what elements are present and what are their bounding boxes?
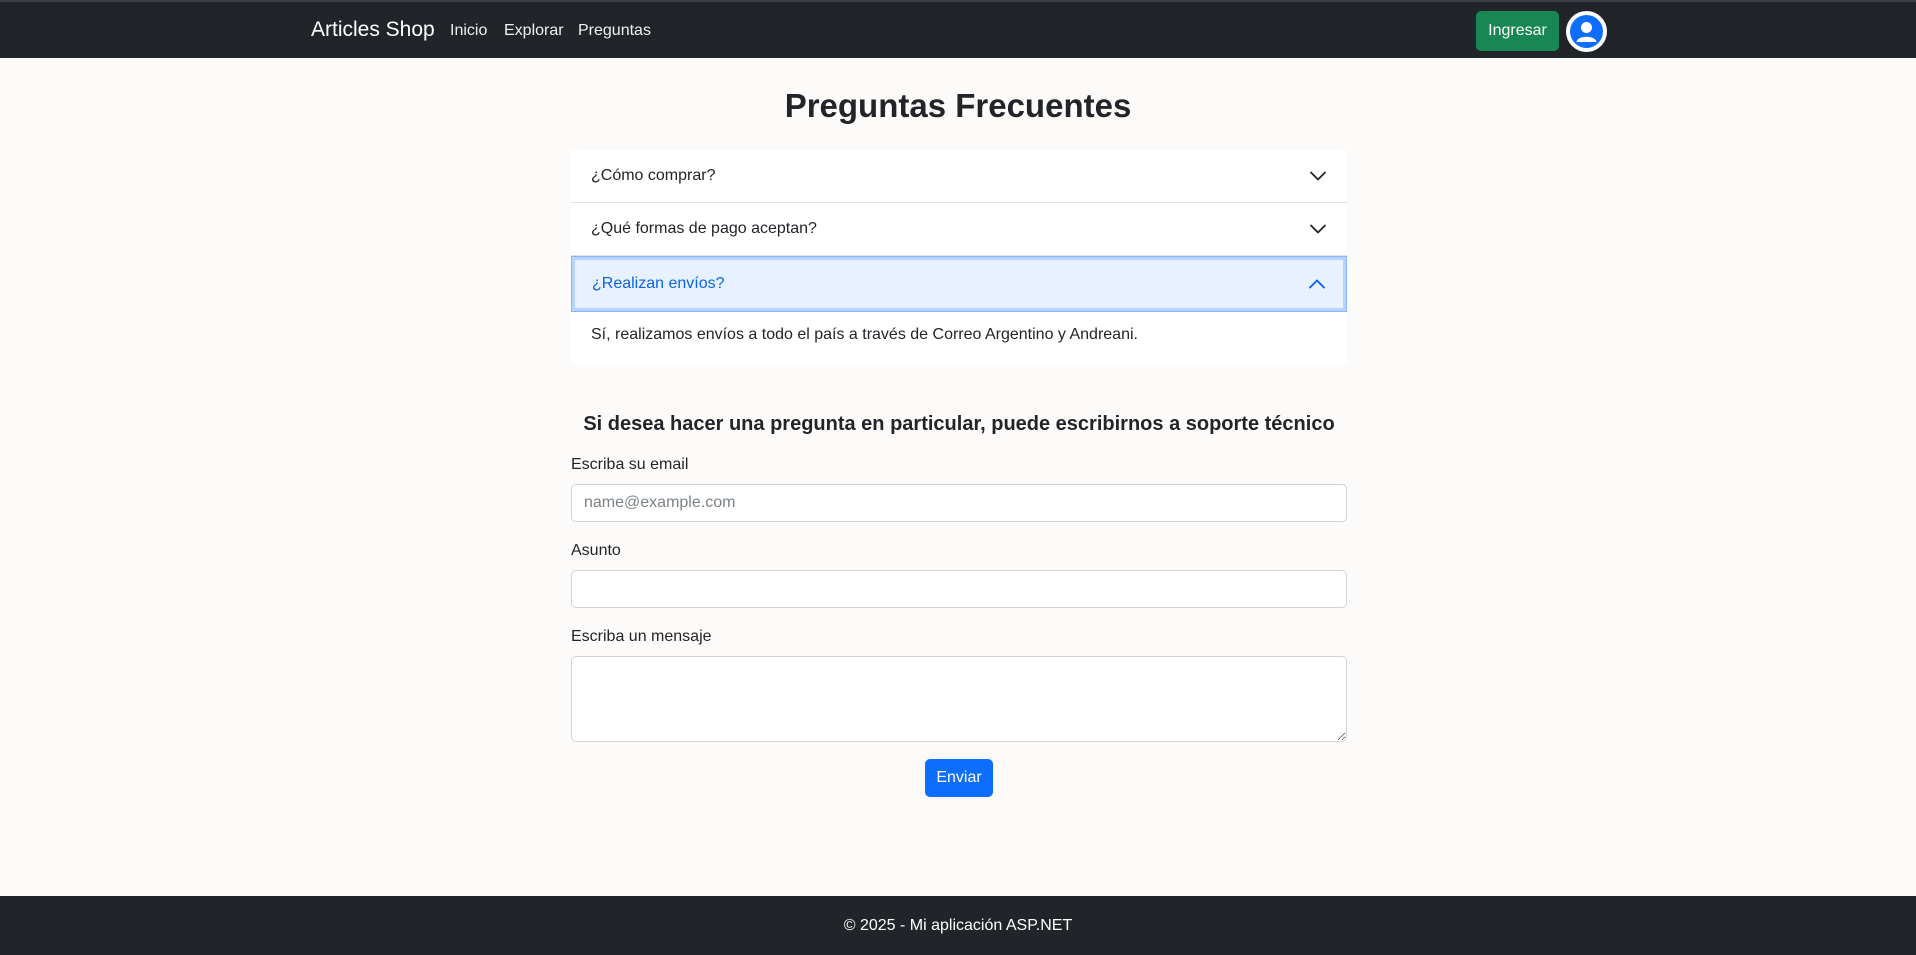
faq-answer: Sí, realizamos envíos a todo el país a t… [591,326,1138,343]
user-icon [1570,15,1603,48]
email-field[interactable] [571,484,1347,522]
message-field[interactable] [571,656,1347,742]
faq-question-button[interactable]: ¿Qué formas de pago aceptan? [571,203,1347,255]
faq-question-label: ¿Realizan envíos? [592,275,725,292]
faq-question-label: ¿Cómo comprar? [591,167,716,184]
navbar: Articles Shop Inicio Explorar Preguntas … [0,0,1916,58]
chevron-up-icon [1309,279,1325,289]
send-button[interactable]: Enviar [925,759,993,797]
chevron-down-icon [1310,224,1326,234]
faq-accordion: ¿Cómo comprar? ¿Qué formas de pago acept… [571,150,1347,364]
chevron-down-icon [1310,171,1326,181]
login-button[interactable]: Ingresar [1476,11,1559,51]
subject-field[interactable] [571,570,1347,608]
contact-heading: Si desea hacer una pregunta en particula… [583,413,1335,435]
faq-question-label: ¿Qué formas de pago aceptan? [591,220,817,237]
footer-text: © 2025 - Mi aplicación ASP.NET [843,916,1073,934]
subject-label: Asunto [571,542,621,559]
email-label: Escriba su email [571,456,689,473]
message-label: Escriba un mensaje [571,628,712,645]
faq-item: ¿Cómo comprar? [571,150,1347,203]
nav-link-preguntas[interactable]: Preguntas [578,22,651,40]
faq-question-button[interactable]: ¿Realizan envíos? [571,256,1347,312]
footer: © 2025 - Mi aplicación ASP.NET [0,896,1916,955]
avatar[interactable] [1566,11,1607,52]
brand-link[interactable]: Articles Shop [311,18,435,42]
faq-item: ¿Qué formas de pago aceptan? [571,203,1347,256]
page-title: Preguntas Frecuentes [784,87,1132,124]
nav-link-inicio[interactable]: Inicio [450,22,487,40]
faq-question-button[interactable]: ¿Cómo comprar? [571,150,1347,202]
faq-item-expanded: ¿Realizan envíos? Sí, realizamos envíos … [571,256,1347,364]
nav-link-explorar[interactable]: Explorar [504,22,564,40]
